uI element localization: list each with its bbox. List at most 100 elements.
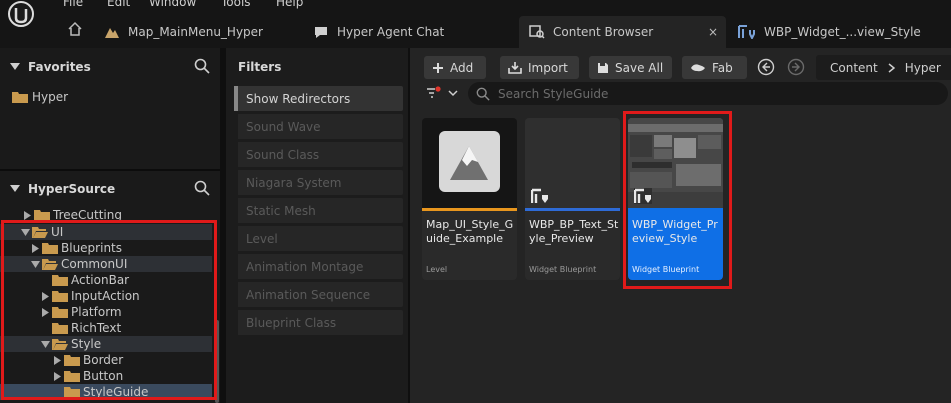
asset-type: Widget Blueprint — [529, 265, 597, 274]
tree-item-platform[interactable]: Platform — [0, 304, 212, 320]
tree-item-ui[interactable]: UI — [0, 224, 212, 240]
chevron-right-icon — [52, 371, 62, 381]
forward-icon[interactable] — [787, 58, 805, 76]
chevron-down-icon — [40, 340, 50, 348]
filter-show-redirectors[interactable]: Show Redirectors — [234, 86, 403, 111]
search-icon[interactable] — [194, 180, 210, 199]
save-icon — [597, 62, 609, 74]
chevron-down-icon — [30, 260, 40, 268]
fab-icon — [690, 63, 706, 73]
level-icon — [104, 25, 120, 39]
filter-sound-class[interactable]: Sound Class — [234, 142, 403, 167]
breadcrumb-content[interactable]: Content — [830, 61, 878, 75]
favorite-item-hyper[interactable]: Hyper — [12, 90, 68, 104]
tree-item-border[interactable]: Border — [0, 352, 212, 368]
filter-dropdown[interactable] — [426, 86, 458, 100]
chevron-right-icon — [40, 291, 50, 301]
asset-tile-wbp-bp-text-style-preview[interactable]: WBP_BP_Text_Style_Preview Widget Bluepri… — [525, 118, 620, 280]
title-bar: File Edit Window Tools Help Map_MainMenu… — [0, 0, 951, 48]
filter-label: Level — [246, 231, 278, 246]
folder-icon — [42, 242, 58, 254]
tree-item-commonui[interactable]: CommonUI — [0, 256, 212, 272]
widget-blueprint-icon — [634, 188, 652, 204]
folder-open-icon — [32, 226, 48, 238]
tree-item-style[interactable]: Style — [0, 336, 212, 352]
asset-tile-wbp-widget-preview-style[interactable]: WBP_Widget_Preview_Style Widget Blueprin… — [628, 118, 723, 280]
chat-icon — [313, 25, 329, 39]
tree-label: Button — [83, 369, 124, 383]
tab-content-browser[interactable]: Content Browser × — [519, 16, 726, 48]
folder-icon — [12, 91, 28, 103]
filter-level[interactable]: Level — [234, 226, 403, 251]
scrollbar[interactable] — [215, 320, 219, 403]
search-icon[interactable] — [194, 58, 210, 77]
breadcrumb-hyper[interactable]: Hyper — [905, 61, 941, 75]
tree-item-actionbar[interactable]: ActionBar — [0, 272, 212, 288]
filter-animation-sequence[interactable]: Animation Sequence — [234, 282, 403, 307]
menu-tools[interactable]: Tools — [221, 0, 251, 9]
import-button[interactable]: Import — [500, 56, 579, 79]
filter-sound-wave[interactable]: Sound Wave — [234, 114, 403, 139]
asset-tile-map-ui-style-guide[interactable]: Map_UI_Style_Guide_Example Level — [422, 118, 517, 280]
tab-hyper-agent-chat[interactable]: Hyper Agent Chat — [305, 16, 505, 48]
folder-icon — [64, 370, 80, 382]
menu-help[interactable]: Help — [276, 0, 303, 9]
import-label: Import — [528, 60, 568, 75]
tree-item-richtext[interactable]: RichText — [0, 320, 212, 336]
asset-thumbnail — [628, 118, 723, 210]
folder-icon — [52, 274, 68, 286]
caret-down-icon — [10, 60, 20, 74]
filter-animation-montage[interactable]: Animation Montage — [234, 254, 403, 279]
back-icon[interactable] — [757, 58, 775, 76]
tab-map-mainmenu[interactable]: Map_MainMenu_Hyper — [96, 16, 286, 48]
tree-item-blueprints[interactable]: Blueprints — [0, 240, 212, 256]
asset-thumbnail — [525, 118, 620, 210]
menu-window[interactable]: Window — [149, 0, 196, 9]
tree-item-treecutting[interactable]: TreeCutting — [0, 207, 212, 223]
filter-niagara-system[interactable]: Niagara System — [234, 170, 403, 195]
widget-blueprint-icon — [738, 25, 756, 39]
tab-label: WBP_Widget_...view_Style — [764, 25, 921, 39]
save-all-button[interactable]: Save All — [589, 56, 672, 79]
filter-icon — [427, 86, 441, 98]
chevron-right-icon — [888, 62, 895, 73]
filter-blueprint-class[interactable]: Blueprint Class — [234, 310, 403, 335]
hypersource-header[interactable]: HyperSource — [0, 171, 220, 207]
home-icon[interactable] — [66, 20, 84, 38]
close-icon[interactable]: × — [708, 25, 718, 39]
search-icon — [476, 87, 490, 101]
sources-panel: Favorites Hyper HyperSource TreeCutting … — [0, 48, 220, 403]
hypersource-title: HyperSource — [28, 182, 116, 196]
favorites-header[interactable]: Favorites — [0, 49, 220, 85]
filters-title: Filters — [238, 60, 282, 74]
filter-label: Sound Wave — [246, 119, 321, 134]
chevron-down-icon — [448, 90, 458, 97]
tree-item-button[interactable]: Button — [0, 368, 212, 384]
asset-name: Map_UI_Style_Guide_Example — [426, 218, 514, 245]
tab-wbp-widget-preview-style[interactable]: WBP_Widget_...view_Style — [732, 16, 951, 48]
chevron-right-icon — [52, 355, 62, 365]
filter-label: Animation Montage — [246, 259, 364, 274]
tab-label: Map_MainMenu_Hyper — [128, 25, 263, 39]
menu-file[interactable]: File — [63, 0, 83, 9]
search-input[interactable] — [498, 86, 918, 101]
save-all-label: Save All — [615, 60, 664, 75]
fab-label: Fab — [712, 60, 733, 75]
chevron-right-icon — [22, 210, 32, 220]
unreal-logo-icon[interactable] — [4, 0, 38, 34]
tree-label: InputAction — [71, 289, 140, 303]
level-mountain-icon — [439, 131, 500, 192]
tab-label: Content Browser — [553, 25, 654, 39]
asset-name: WBP_Widget_Preview_Style — [632, 218, 718, 245]
chevron-right-icon — [30, 243, 40, 253]
add-button[interactable]: Add — [424, 56, 486, 79]
filter-label: Niagara System — [246, 175, 342, 190]
folder-icon — [52, 322, 68, 334]
menu-edit[interactable]: Edit — [107, 0, 130, 9]
asset-name: WBP_BP_Text_Style_Preview — [529, 218, 619, 245]
fab-button[interactable]: Fab — [682, 56, 747, 79]
filter-static-mesh[interactable]: Static Mesh — [234, 198, 403, 223]
folder-icon — [52, 290, 68, 302]
tree-item-styleguide[interactable]: StyleGuide — [0, 384, 212, 400]
tree-item-inputaction[interactable]: InputAction — [0, 288, 212, 304]
